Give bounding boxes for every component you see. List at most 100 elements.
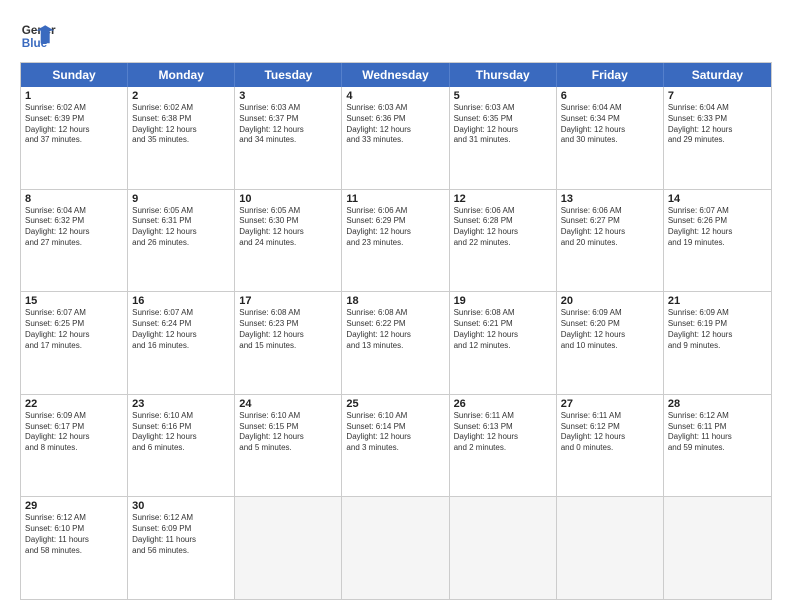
cell-info-line: and 56 minutes.: [132, 546, 230, 557]
day-number: 9: [132, 193, 230, 205]
empty-cell: [342, 497, 449, 599]
cell-info-line: and 5 minutes.: [239, 443, 337, 454]
day-number: 7: [668, 90, 767, 102]
header: General Blue: [20, 18, 772, 54]
empty-cell: [235, 497, 342, 599]
day-number: 18: [346, 295, 444, 307]
cell-info-line: Daylight: 12 hours: [561, 330, 659, 341]
cell-info-line: Daylight: 12 hours: [132, 330, 230, 341]
day-number: 6: [561, 90, 659, 102]
calendar-row-1: 8Sunrise: 6:04 AMSunset: 6:32 PMDaylight…: [21, 189, 771, 292]
day-cell-20: 20Sunrise: 6:09 AMSunset: 6:20 PMDayligh…: [557, 292, 664, 394]
cell-info-line: Sunrise: 6:04 AM: [668, 103, 767, 114]
cell-info-line: Sunset: 6:36 PM: [346, 114, 444, 125]
cell-info-line: Sunset: 6:20 PM: [561, 319, 659, 330]
cell-info-line: Sunset: 6:25 PM: [25, 319, 123, 330]
logo-icon: General Blue: [20, 18, 56, 54]
day-cell-4: 4Sunrise: 6:03 AMSunset: 6:36 PMDaylight…: [342, 87, 449, 189]
cell-info-line: Sunrise: 6:12 AM: [132, 513, 230, 524]
cell-info-line: Sunrise: 6:10 AM: [132, 411, 230, 422]
cell-info-line: Sunrise: 6:07 AM: [25, 308, 123, 319]
cell-info-line: Sunrise: 6:03 AM: [239, 103, 337, 114]
day-number: 19: [454, 295, 552, 307]
calendar-row-0: 1Sunrise: 6:02 AMSunset: 6:39 PM Daylight…: [21, 87, 771, 189]
cell-info-line: and 31 minutes.: [454, 135, 552, 146]
empty-cell: [450, 497, 557, 599]
day-cell-28: 28Sunrise: 6:12 AMSunset: 6:11 PMDayligh…: [664, 395, 771, 497]
cell-info-line: and 26 minutes.: [132, 238, 230, 249]
cell-info-line: Daylight: 12 hours: [132, 125, 230, 136]
cell-info-line: Sunset: 6:38 PM: [132, 114, 230, 125]
cell-info-line: Sunrise: 6:09 AM: [25, 411, 123, 422]
cell-info-line: and 59 minutes.: [668, 443, 767, 454]
cell-info-line: Sunset: 6:39 PM: [25, 114, 123, 125]
cell-info-line: Sunset: 6:26 PM: [668, 216, 767, 227]
cell-info-line: Sunrise: 6:08 AM: [346, 308, 444, 319]
day-cell-24: 24Sunrise: 6:10 AMSunset: 6:15 PMDayligh…: [235, 395, 342, 497]
day-number: 25: [346, 398, 444, 410]
cell-info-line: and 23 minutes.: [346, 238, 444, 249]
cell-info-line: and 8 minutes.: [25, 443, 123, 454]
weekday-header-thursday: Thursday: [450, 63, 557, 87]
cell-info-line: and 22 minutes.: [454, 238, 552, 249]
calendar-header: SundayMondayTuesdayWednesdayThursdayFrid…: [21, 63, 771, 87]
cell-info-line: and 0 minutes.: [561, 443, 659, 454]
cell-info-line: and 30 minutes.: [561, 135, 659, 146]
cell-info-line: Sunset: 6:21 PM: [454, 319, 552, 330]
day-cell-27: 27Sunrise: 6:11 AMSunset: 6:12 PMDayligh…: [557, 395, 664, 497]
cell-info-line: and 3 minutes.: [346, 443, 444, 454]
day-cell-6: 6Sunrise: 6:04 AMSunset: 6:34 PMDaylight…: [557, 87, 664, 189]
cell-info-line: and 33 minutes.: [346, 135, 444, 146]
cell-info-line: Sunrise: 6:10 AM: [346, 411, 444, 422]
day-cell-25: 25Sunrise: 6:10 AMSunset: 6:14 PMDayligh…: [342, 395, 449, 497]
cell-info-line: Sunset: 6:30 PM: [239, 216, 337, 227]
day-number: 10: [239, 193, 337, 205]
cell-info-line: and 37 minutes.: [25, 135, 123, 146]
day-cell-3: 3Sunrise: 6:03 AMSunset: 6:37 PMDaylight…: [235, 87, 342, 189]
day-number: 14: [668, 193, 767, 205]
day-cell-16: 16Sunrise: 6:07 AMSunset: 6:24 PMDayligh…: [128, 292, 235, 394]
calendar-row-3: 22Sunrise: 6:09 AMSunset: 6:17 PMDayligh…: [21, 394, 771, 497]
cell-info-line: Sunrise: 6:03 AM: [454, 103, 552, 114]
cell-info-line: and 2 minutes.: [454, 443, 552, 454]
cell-info-line: and 17 minutes.: [25, 341, 123, 352]
day-number: 23: [132, 398, 230, 410]
cell-info-line: Sunrise: 6:05 AM: [132, 206, 230, 217]
day-cell-11: 11Sunrise: 6:06 AMSunset: 6:29 PMDayligh…: [342, 190, 449, 292]
cell-info-line: Daylight: 12 hours: [561, 125, 659, 136]
day-number: 12: [454, 193, 552, 205]
day-number: 28: [668, 398, 767, 410]
day-cell-21: 21Sunrise: 6:09 AMSunset: 6:19 PMDayligh…: [664, 292, 771, 394]
cell-info-line: Sunrise: 6:04 AM: [25, 206, 123, 217]
day-cell-22: 22Sunrise: 6:09 AMSunset: 6:17 PMDayligh…: [21, 395, 128, 497]
cell-info-line: Daylight: 12 hours: [346, 330, 444, 341]
day-number: 20: [561, 295, 659, 307]
day-cell-26: 26Sunrise: 6:11 AMSunset: 6:13 PMDayligh…: [450, 395, 557, 497]
cell-info-line: Sunrise: 6:12 AM: [25, 513, 123, 524]
weekday-header-friday: Friday: [557, 63, 664, 87]
logo: General Blue: [20, 18, 56, 54]
cell-info-line: Sunrise: 6:02 AM: [25, 103, 123, 114]
day-number: 4: [346, 90, 444, 102]
day-number: 30: [132, 500, 230, 512]
day-number: 13: [561, 193, 659, 205]
cell-info-line: Sunrise: 6:08 AM: [454, 308, 552, 319]
cell-info-line: Daylight: 12 hours: [25, 330, 123, 341]
cell-info-line: Sunrise: 6:03 AM: [346, 103, 444, 114]
cell-info-line: Sunrise: 6:12 AM: [668, 411, 767, 422]
cell-info-line: Daylight: 11 hours: [132, 535, 230, 546]
day-cell-9: 9Sunrise: 6:05 AMSunset: 6:31 PMDaylight…: [128, 190, 235, 292]
cell-info-line: Sunrise: 6:08 AM: [239, 308, 337, 319]
cell-info-line: Sunrise: 6:04 AM: [561, 103, 659, 114]
calendar-row-4: 29Sunrise: 6:12 AMSunset: 6:10 PMDayligh…: [21, 496, 771, 599]
cell-info-line: Daylight: 12 hours: [25, 432, 123, 443]
cell-info-line: Sunset: 6:11 PM: [668, 422, 767, 433]
day-number: 1: [25, 90, 123, 102]
day-cell-12: 12Sunrise: 6:06 AMSunset: 6:28 PMDayligh…: [450, 190, 557, 292]
cell-info-line: Daylight: 12 hours: [239, 125, 337, 136]
calendar-body: 1Sunrise: 6:02 AMSunset: 6:39 PM Daylight…: [21, 87, 771, 599]
cell-info-line: Sunrise: 6:10 AM: [239, 411, 337, 422]
day-cell-8: 8Sunrise: 6:04 AMSunset: 6:32 PMDaylight…: [21, 190, 128, 292]
empty-cell: [664, 497, 771, 599]
cell-info-line: and 9 minutes.: [668, 341, 767, 352]
